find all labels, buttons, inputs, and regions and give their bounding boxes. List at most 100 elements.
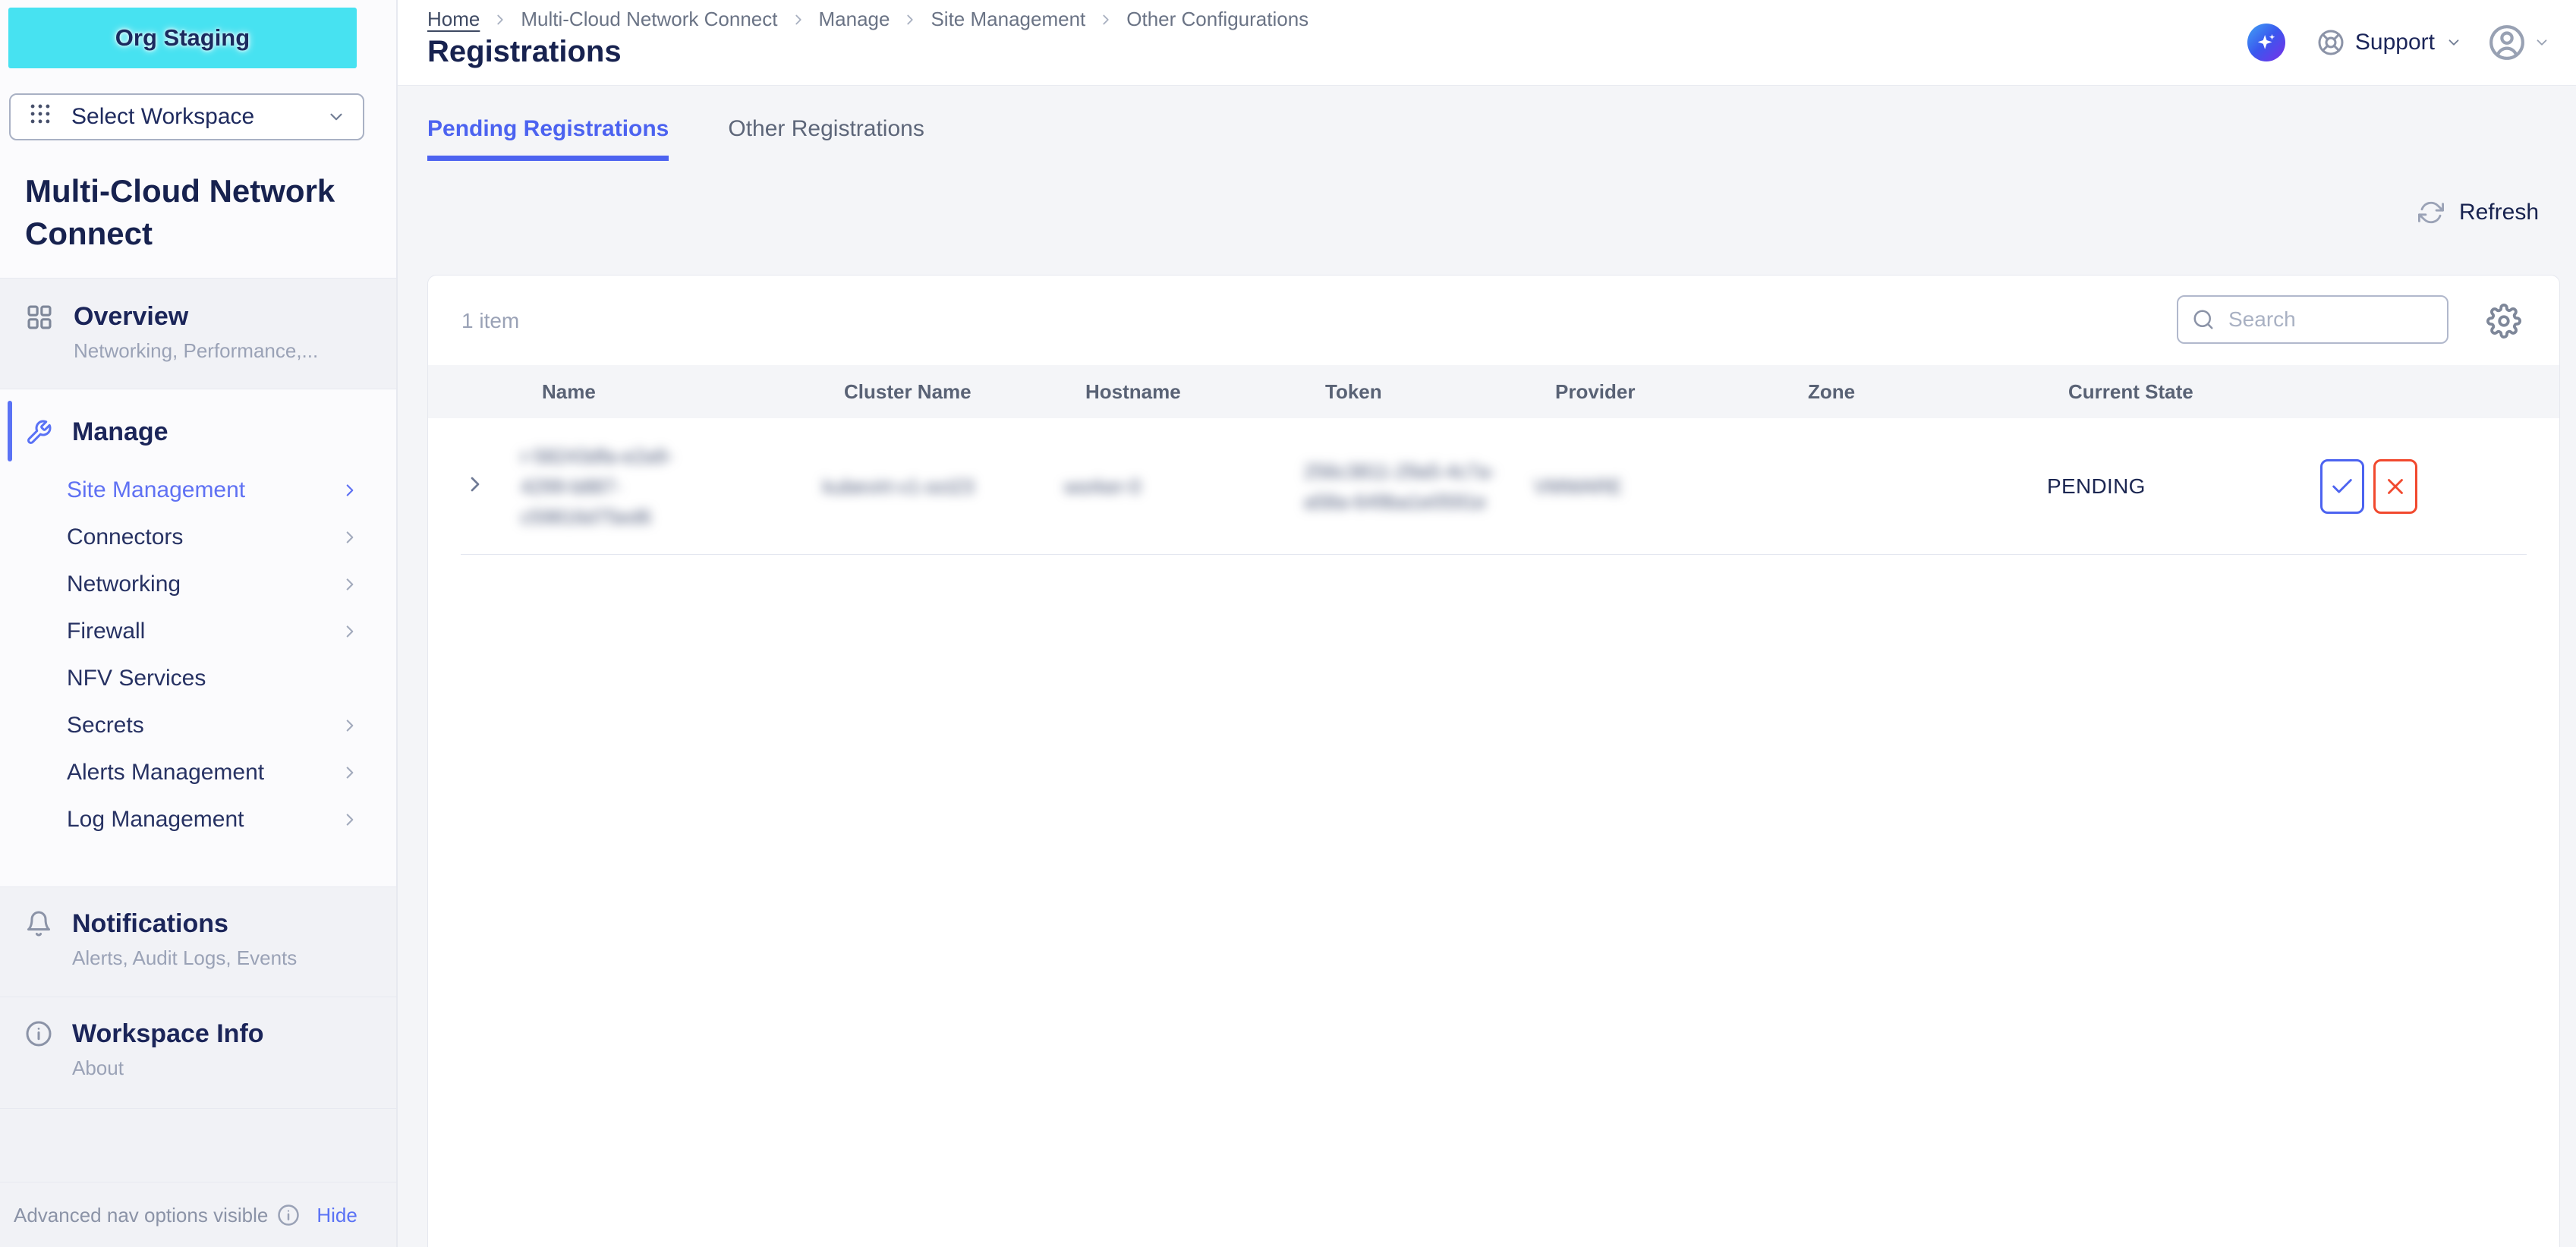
sidebar-item-alerts-management[interactable]: Alerts Management — [0, 749, 396, 796]
app-root: Org Staging Select Workspace Multi-Cloud… — [0, 0, 2576, 1247]
workspace-info-label: Workspace Info — [72, 1019, 264, 1049]
chevron-right-icon — [340, 622, 360, 641]
info-circle-icon — [277, 1204, 300, 1227]
workspace-selector[interactable]: Select Workspace — [9, 93, 364, 140]
sidebar-lower: Notifications Alerts, Audit Logs, Events… — [0, 886, 396, 1247]
topbar-actions: Support — [2247, 0, 2550, 85]
notifications-subtitle: Alerts, Audit Logs, Events — [72, 946, 297, 970]
th-hostname[interactable]: Hostname — [1064, 380, 1304, 404]
overview-label: Overview — [74, 301, 318, 332]
support-menu[interactable]: Support — [2317, 29, 2462, 56]
grid-3x3-icon — [27, 101, 53, 133]
subitem-label: Site Management — [67, 477, 245, 503]
chevron-right-icon — [340, 480, 360, 500]
workspace-title: Multi-Cloud Network Connect — [25, 170, 368, 255]
refresh-icon — [2418, 200, 2444, 225]
sidebar: Org Staging Select Workspace Multi-Cloud… — [0, 0, 398, 1247]
grid-2x2-icon — [25, 303, 54, 332]
cell-provider: VMWARE — [1534, 475, 1787, 499]
cell-token: 256c3811-29a5-4c7a- a58a-649ba1e0591e — [1304, 456, 1534, 517]
cell-hostname: worker-0 — [1064, 475, 1304, 499]
chevron-right-icon — [340, 763, 360, 783]
table-toolbar: 1 item — [428, 276, 2559, 365]
breadcrumb-home[interactable]: Home — [427, 8, 480, 31]
sidebar-item-overview[interactable]: Overview Networking, Performance,... — [0, 278, 396, 389]
subitem-label: Firewall — [67, 619, 145, 644]
search-icon — [2192, 308, 2215, 331]
chevron-down-icon — [2445, 34, 2462, 51]
decline-registration-button[interactable] — [2373, 459, 2417, 514]
sidebar-item-workspace-info[interactable]: Workspace Info About — [0, 997, 396, 1109]
gear-icon — [2486, 304, 2521, 339]
subitem-label: Networking — [67, 572, 181, 597]
subitem-label: Log Management — [67, 807, 244, 833]
advanced-nav-status: Advanced nav options visible — [14, 1204, 268, 1227]
sidebar-footer: Advanced nav options visible Hide — [0, 1182, 396, 1247]
assistant-sparkle-button[interactable] — [2247, 24, 2285, 61]
cell-name[interactable]: r-58243dfa-e2a9- 4299-b887- c59816d75ed6 — [521, 441, 823, 532]
sidebar-item-networking[interactable]: Networking — [0, 561, 396, 608]
chevron-right-icon — [340, 810, 360, 830]
sidebar-item-firewall[interactable]: Firewall — [0, 608, 396, 655]
bell-icon — [25, 910, 52, 937]
tab-other-registrations[interactable]: Other Registrations — [728, 116, 924, 161]
search-box — [2177, 295, 2448, 344]
checkmark-icon — [2329, 474, 2355, 499]
page-title: Registrations — [427, 35, 622, 69]
breadcrumb-item[interactable]: Manage — [819, 8, 890, 31]
chevron-right-icon — [1097, 11, 1114, 28]
table-header-row: Name Cluster Name Hostname Token Provide… — [428, 365, 2559, 418]
th-zone[interactable]: Zone — [1787, 380, 2047, 404]
th-current-state[interactable]: Current State — [2047, 380, 2305, 404]
item-count: 1 item — [461, 309, 519, 333]
subitem-label: Alerts Management — [67, 760, 264, 786]
main-content: Pending Registrations Other Registration… — [398, 86, 2576, 1247]
sidebar-item-log-management[interactable]: Log Management — [0, 796, 396, 843]
org-banner[interactable]: Org Staging — [8, 8, 357, 68]
th-name[interactable]: Name — [521, 380, 823, 404]
row-actions — [2320, 459, 2559, 514]
subitem-label: Connectors — [67, 524, 183, 550]
sidebar-item-secrets[interactable]: Secrets — [0, 702, 396, 749]
subitem-label: NFV Services — [67, 666, 206, 691]
tab-pending-registrations[interactable]: Pending Registrations — [427, 116, 669, 161]
sidebar-item-nfv-services[interactable]: NFV Services — [0, 655, 396, 702]
hide-advanced-nav-link[interactable]: Hide — [316, 1204, 357, 1227]
th-cluster-name[interactable]: Cluster Name — [823, 380, 1064, 404]
sidebar-item-connectors[interactable]: Connectors — [0, 514, 396, 561]
table-settings-button[interactable] — [2486, 303, 2523, 339]
breadcrumb-item[interactable]: Multi-Cloud Network Connect — [521, 8, 777, 31]
chevron-right-icon — [340, 716, 360, 735]
wrench-icon — [25, 419, 52, 446]
sidebar-spacer — [0, 1109, 396, 1182]
subitem-label: Secrets — [67, 713, 144, 738]
info-circle-icon — [25, 1020, 52, 1047]
search-input[interactable] — [2227, 307, 2433, 332]
row-expand-button[interactable] — [463, 471, 489, 497]
sidebar-item-notifications[interactable]: Notifications Alerts, Audit Logs, Events — [0, 887, 396, 997]
sidebar-item-manage[interactable]: Manage — [0, 395, 396, 467]
chevron-down-icon — [2533, 34, 2550, 51]
approve-registration-button[interactable] — [2320, 459, 2364, 514]
cell-current-state: PENDING — [2047, 474, 2305, 499]
refresh-label: Refresh — [2459, 200, 2539, 225]
avatar-icon — [2488, 24, 2526, 61]
breadcrumb-item[interactable]: Site Management — [931, 8, 1085, 31]
life-ring-icon — [2317, 29, 2345, 56]
th-token[interactable]: Token — [1304, 380, 1534, 404]
sidebar-item-site-management[interactable]: Site Management — [0, 467, 396, 514]
th-provider[interactable]: Provider — [1534, 380, 1787, 404]
cell-cluster-name: kubevirt-v1-oct23 — [823, 475, 1064, 499]
registrations-table-card: 1 item Nam — [427, 275, 2560, 1247]
manage-subnav: Site Management Connectors Networking Fi… — [0, 467, 396, 843]
tab-bar: Pending Registrations Other Registration… — [427, 116, 924, 161]
breadcrumb: Home Multi-Cloud Network Connect Manage … — [427, 8, 1308, 31]
x-icon — [2382, 474, 2408, 499]
workspace-info-subtitle: About — [72, 1056, 264, 1080]
table-row: r-58243dfa-e2a9- 4299-b887- c59816d75ed6… — [428, 418, 2559, 555]
breadcrumb-current: Other Configurations — [1126, 8, 1308, 31]
refresh-button[interactable]: Refresh — [2418, 200, 2539, 225]
user-menu[interactable] — [2488, 24, 2550, 61]
workspace-selector-label: Select Workspace — [71, 104, 308, 130]
chevron-right-icon — [902, 11, 918, 28]
